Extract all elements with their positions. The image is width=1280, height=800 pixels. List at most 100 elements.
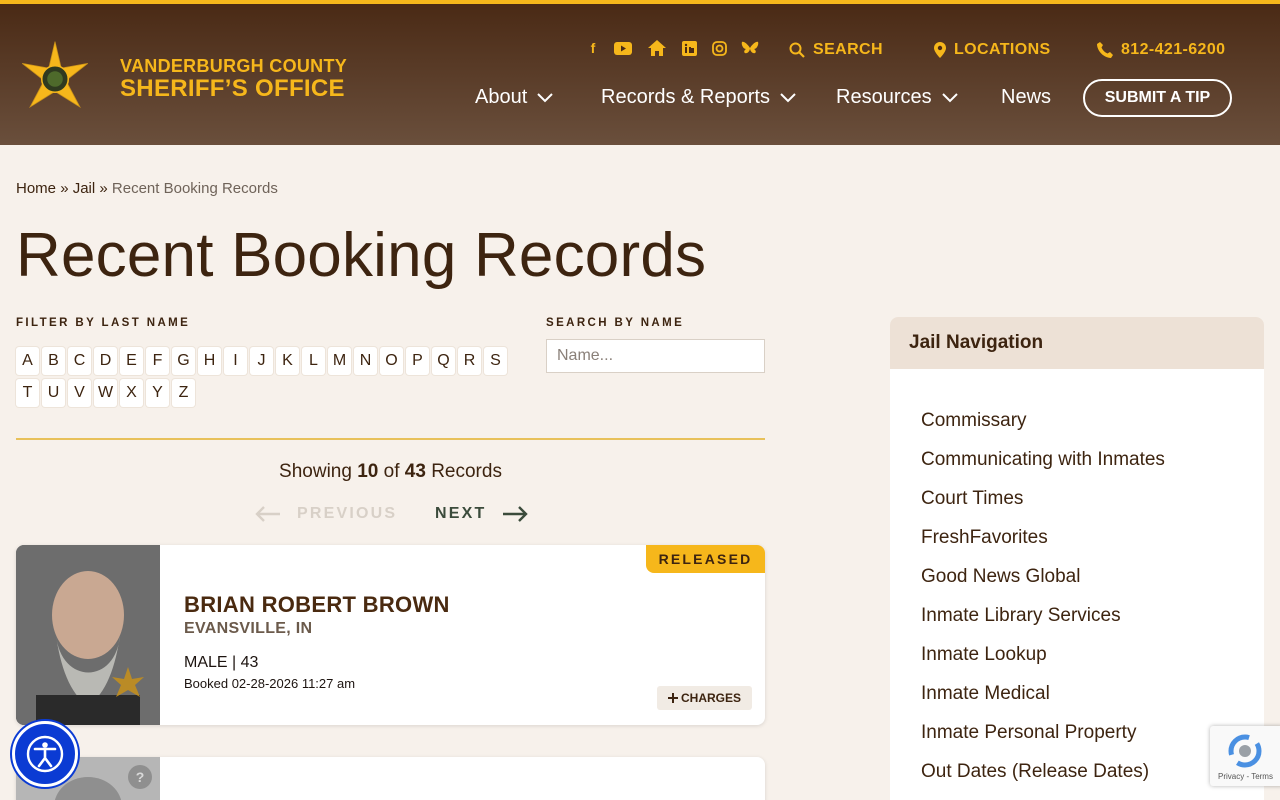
showing-suffix: Records <box>431 461 502 482</box>
site-header: VANDERBURGH COUNTY SHERIFF’S OFFICE f SE… <box>0 0 1280 145</box>
nav-records-label: Records & Reports <box>601 86 770 108</box>
linkedin-icon[interactable] <box>679 38 699 58</box>
letter-filter-s[interactable]: S <box>484 347 507 375</box>
letter-filter-v[interactable]: V <box>68 379 91 407</box>
jail-navigation-sidebar: Jail Navigation Commissary Communicating … <box>890 317 1264 800</box>
showing-of: of <box>383 461 400 482</box>
sidebar-title: Jail Navigation <box>890 317 1264 369</box>
sidebar-link[interactable]: FreshFavorites <box>921 527 1048 549</box>
letter-filter-c[interactable]: C <box>68 347 91 375</box>
nav-news-label: News <box>1001 86 1052 108</box>
recaptcha-badge[interactable]: Privacy - Terms <box>1210 726 1280 786</box>
letter-filter-k[interactable]: K <box>276 347 299 375</box>
phone-icon <box>1097 42 1113 58</box>
letter-filter-g[interactable]: G <box>172 347 195 375</box>
nav-records-reports[interactable]: Records & Reports <box>601 86 796 109</box>
search-by-name-label: SEARCH BY NAME <box>546 317 685 329</box>
letter-filter-n[interactable]: N <box>354 347 377 375</box>
search-icon <box>789 42 805 58</box>
breadcrumb-separator: » <box>99 180 108 197</box>
letter-filter-y[interactable]: Y <box>146 379 169 407</box>
search-link[interactable]: SEARCH <box>789 41 883 59</box>
letter-filter-b[interactable]: B <box>42 347 65 375</box>
chevron-down-icon <box>780 92 796 102</box>
recaptcha-icon <box>1228 734 1262 768</box>
accessibility-icon <box>26 735 64 773</box>
nav-resources-label: Resources <box>836 86 932 108</box>
phone-link[interactable]: 812-421-6200 <box>1097 41 1225 59</box>
utility-bar: f SEARCH LOCATIONS 812-421-6200 <box>0 38 1280 62</box>
letter-filter-z[interactable]: Z <box>172 379 195 407</box>
letter-filter-m[interactable]: M <box>328 347 351 375</box>
mugshot-image <box>16 545 160 725</box>
charges-button[interactable]: CHARGES <box>657 686 752 710</box>
recaptcha-text: Privacy - Terms <box>1218 772 1273 781</box>
sidebar-link[interactable]: Good News Global <box>921 566 1080 588</box>
inmate-demographics: MALE | 43 <box>184 654 259 671</box>
letter-filter-x[interactable]: X <box>120 379 143 407</box>
next-button[interactable]: NEXT <box>435 505 529 523</box>
youtube-icon[interactable] <box>613 38 633 58</box>
arrow-left-icon <box>255 506 280 522</box>
mugshot-photo <box>16 545 160 725</box>
locations-label: LOCATIONS <box>954 41 1051 58</box>
status-badge: RELEASED <box>646 545 765 573</box>
charges-label: CHARGES <box>680 691 741 705</box>
previous-button[interactable]: PREVIOUS <box>255 505 397 523</box>
facebook-icon[interactable]: f <box>583 38 603 58</box>
inmate-name[interactable]: BRIAN ROBERT BROWN <box>184 592 450 618</box>
letter-filter-o[interactable]: O <box>380 347 403 375</box>
letter-filter-e[interactable]: E <box>120 347 143 375</box>
total-count: 43 <box>404 461 426 482</box>
inmate-city: EVANSVILLE, IN <box>184 620 313 637</box>
sidebar-link[interactable]: Inmate Library Services <box>921 605 1121 627</box>
page-title: Recent Booking Records <box>16 221 707 290</box>
previous-label: PREVIOUS <box>297 505 398 522</box>
locations-link[interactable]: LOCATIONS <box>934 41 1051 59</box>
letter-filter-a[interactable]: A <box>16 347 39 375</box>
nav-news[interactable]: News <box>1001 86 1051 109</box>
sidebar-link[interactable]: Inmate Lookup <box>921 644 1047 666</box>
booking-record-card[interactable]: ? <box>16 757 765 800</box>
filter-label: FILTER BY LAST NAME <box>16 317 191 329</box>
letter-filter-h[interactable]: H <box>198 347 221 375</box>
home-icon[interactable] <box>647 38 667 58</box>
next-label: NEXT <box>435 505 487 522</box>
sidebar-link[interactable]: Commissary <box>921 410 1027 432</box>
letter-filter-l[interactable]: L <box>302 347 325 375</box>
nav-about-label: About <box>475 86 528 108</box>
breadcrumb-home[interactable]: Home <box>16 180 56 197</box>
letter-filter-p[interactable]: P <box>406 347 429 375</box>
letter-filter-q[interactable]: Q <box>432 347 455 375</box>
sidebar-link[interactable]: Inmate Personal Property <box>921 722 1136 744</box>
booking-record-card[interactable]: RELEASED BRIAN ROBERT BROWN EVANSVILLE, … <box>16 545 765 725</box>
showing-prefix: Showing <box>279 461 352 482</box>
letter-filter-r[interactable]: R <box>458 347 481 375</box>
instagram-icon[interactable] <box>709 38 729 58</box>
shown-count: 10 <box>357 461 379 482</box>
submit-tip-button[interactable]: SUBMIT A TIP <box>1083 79 1232 117</box>
breadcrumb-jail[interactable]: Jail <box>73 180 96 197</box>
nav-about[interactable]: About <box>475 86 553 109</box>
nav-resources[interactable]: Resources <box>836 86 958 109</box>
chevron-down-icon <box>537 92 553 102</box>
bluesky-icon[interactable] <box>740 38 760 58</box>
sidebar-link[interactable]: Inmate Medical <box>921 683 1050 705</box>
phone-number: 812-421-6200 <box>1121 41 1226 58</box>
accessibility-button[interactable] <box>12 721 78 787</box>
name-search-input[interactable] <box>546 339 765 373</box>
letter-filter-t[interactable]: T <box>16 379 39 407</box>
letter-filter-i[interactable]: I <box>224 347 247 375</box>
letter-filter-d[interactable]: D <box>94 347 117 375</box>
booking-date: Booked 02-28-2026 11:27 am <box>184 676 356 691</box>
letter-filter-f[interactable]: F <box>146 347 169 375</box>
chevron-down-icon <box>941 92 958 102</box>
sidebar-link[interactable]: Communicating with Inmates <box>921 449 1165 471</box>
letter-filter-j[interactable]: J <box>250 347 273 375</box>
letter-filter-w[interactable]: W <box>94 379 117 407</box>
sidebar-link[interactable]: Court Times <box>921 488 1023 510</box>
letter-filter-u[interactable]: U <box>42 379 65 407</box>
divider <box>16 438 765 440</box>
arrow-right-icon <box>503 506 529 522</box>
sidebar-link[interactable]: Out Dates (Release Dates) <box>921 761 1149 783</box>
